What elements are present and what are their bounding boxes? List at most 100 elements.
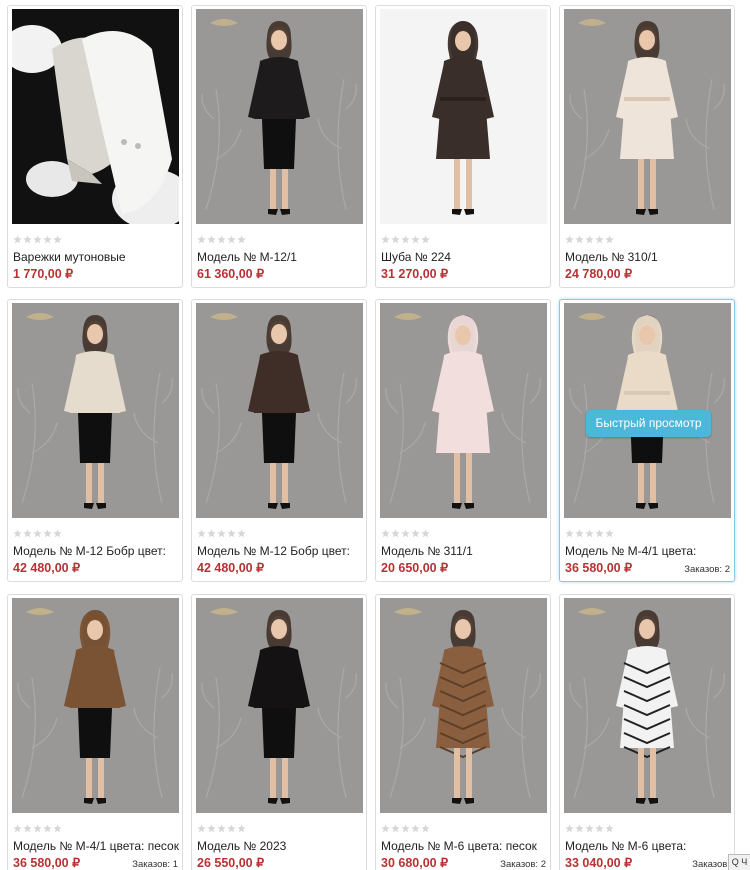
product-card[interactable]: Модель № М-4/1 цвета: песок 36 580,00 ₽ За… <box>7 594 183 870</box>
product-card[interactable]: Шуба № 224 31 270,00 ₽ <box>375 5 551 288</box>
star-icon[interactable] <box>381 529 390 538</box>
product-name[interactable]: Модель № М-6 цвета: <box>565 839 731 853</box>
star-icon[interactable] <box>585 529 594 538</box>
product-image[interactable] <box>380 598 547 813</box>
star-icon[interactable] <box>411 235 420 244</box>
star-icon[interactable] <box>43 824 52 833</box>
star-icon[interactable] <box>595 824 604 833</box>
rating-stars[interactable] <box>197 235 246 244</box>
star-icon[interactable] <box>227 824 236 833</box>
star-icon[interactable] <box>585 235 594 244</box>
product-name[interactable]: Модель № М-4/1 цвета: <box>565 544 731 558</box>
product-name[interactable]: Модель № 311/1 <box>381 544 547 558</box>
product-card[interactable]: Модель № М-4/1 цвета: 36 580,00 ₽ Заказов:… <box>559 299 735 582</box>
rating-stars[interactable] <box>13 529 62 538</box>
star-icon[interactable] <box>575 824 584 833</box>
rating-stars[interactable] <box>381 824 430 833</box>
star-icon[interactable] <box>227 235 236 244</box>
star-icon[interactable] <box>605 235 614 244</box>
product-name[interactable]: Модель № 2023 <box>197 839 363 853</box>
product-card[interactable]: Модель № 311/1 20 650,00 ₽ <box>375 299 551 582</box>
product-card[interactable]: Модель № М-6 цвета: 33 040,00 ₽ Заказов: <box>559 594 735 870</box>
product-name[interactable]: Модель № М-6 цвета: песок <box>381 839 547 853</box>
product-card[interactable]: Модель № 2023 26 550,00 ₽ <box>191 594 367 870</box>
rating-stars[interactable] <box>13 235 62 244</box>
star-icon[interactable] <box>575 529 584 538</box>
product-card[interactable]: Модель № М-6 цвета: песок 30 680,00 ₽ Зака… <box>375 594 551 870</box>
star-icon[interactable] <box>23 824 32 833</box>
rating-stars[interactable] <box>565 235 614 244</box>
star-icon[interactable] <box>237 824 246 833</box>
product-card[interactable]: Варежки мутоновые 1 770,00 ₽ <box>7 5 183 288</box>
star-icon[interactable] <box>381 235 390 244</box>
product-image[interactable] <box>196 9 363 224</box>
product-image[interactable] <box>196 303 363 518</box>
star-icon[interactable] <box>43 529 52 538</box>
product-name[interactable]: Модель № М-12/1 <box>197 250 363 264</box>
star-icon[interactable] <box>207 235 216 244</box>
star-icon[interactable] <box>595 529 604 538</box>
star-icon[interactable] <box>227 529 236 538</box>
product-image[interactable] <box>380 303 547 518</box>
star-icon[interactable] <box>411 824 420 833</box>
quick-view-button[interactable]: Быстрый просмотр <box>586 410 711 437</box>
star-icon[interactable] <box>565 529 574 538</box>
star-icon[interactable] <box>13 235 22 244</box>
product-image[interactable] <box>12 9 179 224</box>
star-icon[interactable] <box>43 235 52 244</box>
star-icon[interactable] <box>23 235 32 244</box>
star-icon[interactable] <box>197 824 206 833</box>
star-icon[interactable] <box>207 824 216 833</box>
star-icon[interactable] <box>53 235 62 244</box>
star-icon[interactable] <box>53 824 62 833</box>
star-icon[interactable] <box>197 529 206 538</box>
star-icon[interactable] <box>217 824 226 833</box>
star-icon[interactable] <box>33 824 42 833</box>
star-icon[interactable] <box>13 529 22 538</box>
product-card[interactable]: Модель № 310/1 24 780,00 ₽ <box>559 5 735 288</box>
product-image[interactable] <box>380 9 547 224</box>
product-card[interactable]: Модель № М-12 Бобр цвет: 42 480,00 ₽ <box>7 299 183 582</box>
star-icon[interactable] <box>585 824 594 833</box>
product-name[interactable]: Модель № М-12 Бобр цвет: <box>13 544 179 558</box>
product-image[interactable] <box>196 598 363 813</box>
star-icon[interactable] <box>391 529 400 538</box>
product-card[interactable]: Модель № М-12/1 61 360,00 ₽ <box>191 5 367 288</box>
rating-stars[interactable] <box>197 824 246 833</box>
star-icon[interactable] <box>565 235 574 244</box>
star-icon[interactable] <box>237 529 246 538</box>
rating-stars[interactable] <box>381 529 430 538</box>
product-name[interactable]: Модель № М-12 Бобр цвет: <box>197 544 363 558</box>
star-icon[interactable] <box>33 235 42 244</box>
rating-stars[interactable] <box>13 824 62 833</box>
star-icon[interactable] <box>401 529 410 538</box>
product-image[interactable] <box>12 598 179 813</box>
star-icon[interactable] <box>411 529 420 538</box>
star-icon[interactable] <box>391 824 400 833</box>
star-icon[interactable] <box>401 824 410 833</box>
star-icon[interactable] <box>237 235 246 244</box>
star-icon[interactable] <box>13 824 22 833</box>
star-icon[interactable] <box>53 529 62 538</box>
star-icon[interactable] <box>23 529 32 538</box>
star-icon[interactable] <box>217 235 226 244</box>
product-image[interactable] <box>564 9 731 224</box>
star-icon[interactable] <box>381 824 390 833</box>
star-icon[interactable] <box>421 824 430 833</box>
product-image[interactable] <box>12 303 179 518</box>
rating-stars[interactable] <box>197 529 246 538</box>
star-icon[interactable] <box>391 235 400 244</box>
chat-widget-button[interactable]: Q Ч <box>728 854 750 870</box>
star-icon[interactable] <box>565 824 574 833</box>
product-name[interactable]: Шуба № 224 <box>381 250 547 264</box>
product-image[interactable] <box>564 598 731 813</box>
product-card[interactable]: Модель № М-12 Бобр цвет: 42 480,00 ₽ <box>191 299 367 582</box>
product-name[interactable]: Модель № М-4/1 цвета: песок <box>13 839 179 853</box>
rating-stars[interactable] <box>381 235 430 244</box>
star-icon[interactable] <box>421 529 430 538</box>
rating-stars[interactable] <box>565 824 614 833</box>
star-icon[interactable] <box>605 529 614 538</box>
star-icon[interactable] <box>595 235 604 244</box>
star-icon[interactable] <box>575 235 584 244</box>
product-name[interactable]: Варежки мутоновые <box>13 250 179 264</box>
